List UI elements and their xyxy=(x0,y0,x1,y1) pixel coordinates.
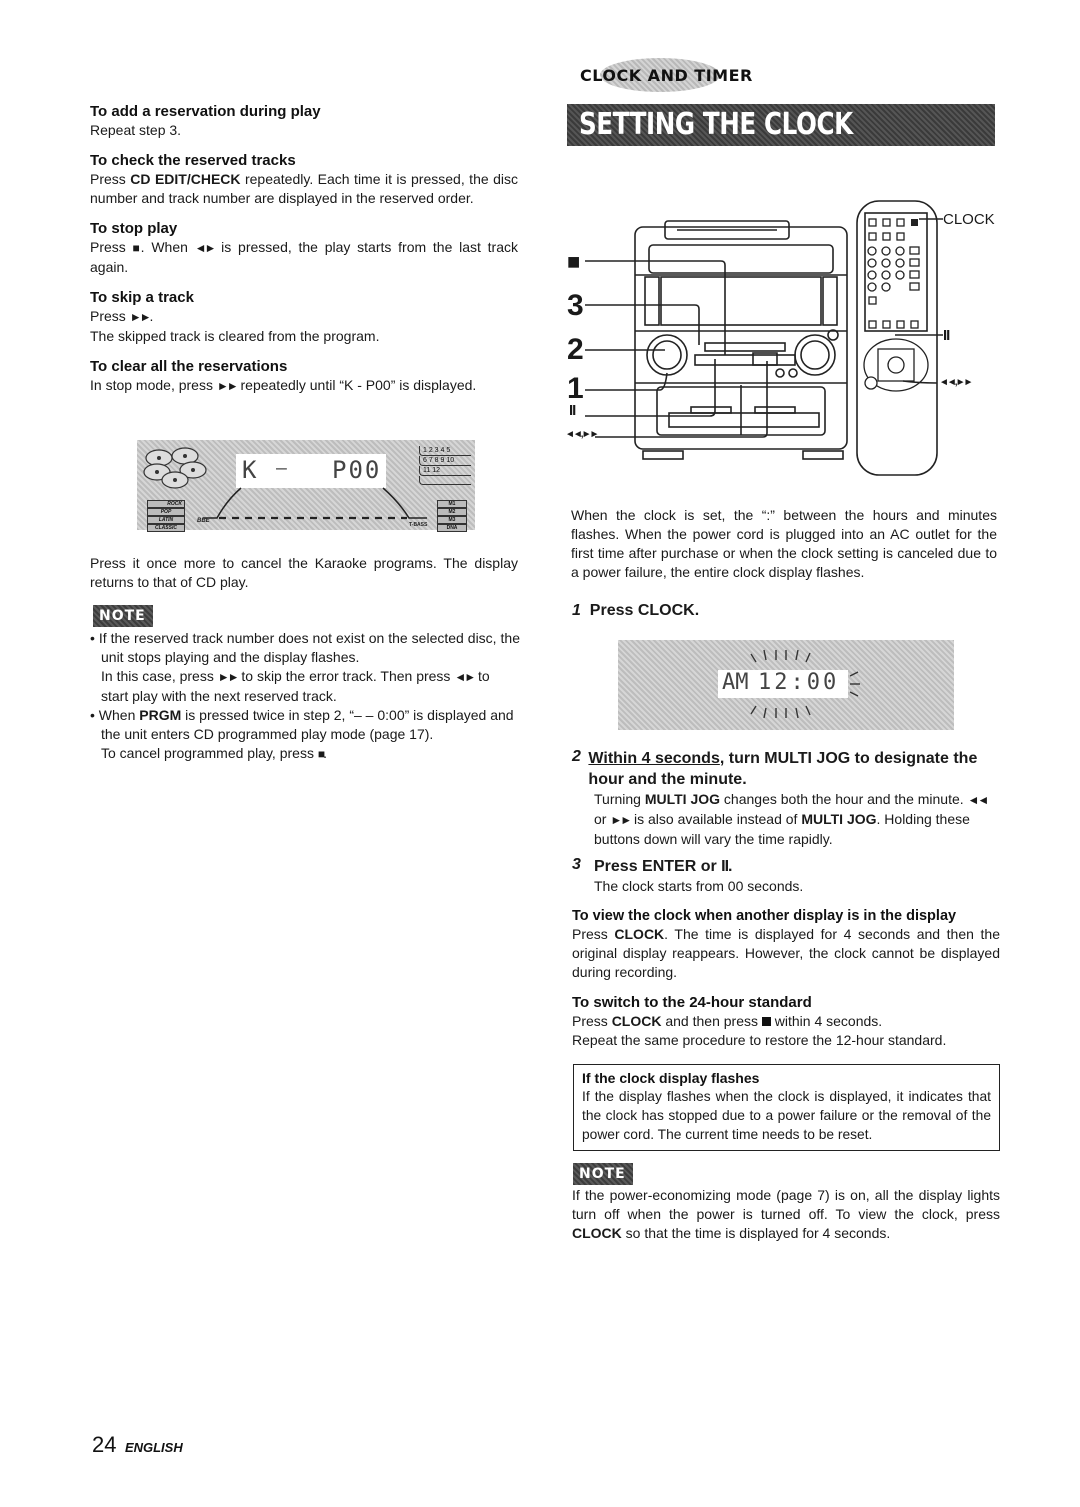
right-note-text: If the power-economizing mode (page 7) i… xyxy=(572,1187,1000,1241)
body-skip-track: Press ►►. xyxy=(90,308,154,324)
flash-rays xyxy=(750,649,860,719)
track-row-4 xyxy=(419,476,471,485)
clock-display-panel: AM 12:00 xyxy=(618,640,954,730)
section-tag: CLOCK AND TIMER xyxy=(572,58,772,92)
track-row-3: 11 12 xyxy=(419,466,471,476)
section-skip-track: To skip a track Press ►►. The skipped tr… xyxy=(90,289,518,346)
step-2-title: Within 4 seconds, turn MULTI JOG to desi… xyxy=(588,750,978,788)
step-3: 3 Press ENTER or II. The clock starts fr… xyxy=(572,856,1000,896)
stereo-remote-diagram: ■ 3 2 1 II ◄◄,►► CLOCK II ◄◄,►► xyxy=(565,195,1005,485)
step-1-title: Press CLOCK. xyxy=(589,602,700,619)
section-view-clock: To view the clock when another display i… xyxy=(572,907,1000,982)
note-badge-right: NOTE xyxy=(573,1163,633,1185)
remote-clock-button xyxy=(911,219,918,226)
language-label: ENGLISH xyxy=(124,1440,183,1455)
body-24-hour-2: Repeat the same procedure to restore the… xyxy=(572,1032,947,1048)
stereo-unit-illustration xyxy=(585,200,943,476)
note-badge-left: NOTE xyxy=(93,605,153,627)
callout-rew-ff-remote: ◄◄,►► xyxy=(939,377,973,388)
section-24-hour: To switch to the 24-hour standard Press … xyxy=(572,994,1000,1050)
memory-m3: M3 xyxy=(437,516,467,524)
left-column: To add a reservation during play Repeat … xyxy=(90,103,518,396)
body-view-clock: Press CLOCK. The time is displayed for 4… xyxy=(572,926,1000,980)
callout-pause-remote: II xyxy=(943,327,950,344)
memory-m2: M2 xyxy=(437,508,467,516)
rewind-icon: ◄◄ xyxy=(967,793,990,807)
section-check-reserved: To check the reserved tracks Press CD ED… xyxy=(90,152,518,208)
callout-3: 3 xyxy=(567,289,584,322)
heading-view-clock: To view the clock when another display i… xyxy=(572,908,957,924)
bass-label: T-BASS xyxy=(409,522,428,528)
callout-clock-remote: CLOCK xyxy=(943,211,995,228)
memory-dna: DNA xyxy=(437,524,467,532)
page-title-bar: SETTING THE CLOCK xyxy=(567,104,995,146)
callout-rew-ff: ◄◄,►► xyxy=(565,429,599,440)
page-title: SETTING THE CLOCK xyxy=(579,107,853,142)
body-stop-play: Press ■. When ◄► is pressed, the play st… xyxy=(90,239,518,275)
body-add-reservation: Repeat step 3. xyxy=(90,122,182,138)
memory-list: M1 M2 M3 DNA xyxy=(437,500,467,532)
note-item-2: • When PRGM is pressed twice in step 2, … xyxy=(90,707,514,742)
karaoke-display-panel: ROCK POP LATIN CLASSIC BBE K – P00 1 2 3… xyxy=(137,440,475,532)
body-24-hour: Press CLOCK and then press within 4 seco… xyxy=(572,1013,883,1029)
body-clear-reservations: In stop mode, press ►► repeatedly until … xyxy=(90,377,477,393)
track-row-2: 6 7 8 9 10 xyxy=(419,456,471,466)
note-item-1: • If the reserved track number does not … xyxy=(90,630,520,665)
body-clock-flash: If the display flashes when the clock is… xyxy=(582,1089,991,1142)
play-pause-icon: ◄► xyxy=(454,670,476,684)
callout-1: 1 xyxy=(567,372,584,405)
pause-icon: II xyxy=(721,858,729,875)
fast-forward-icon: ►► xyxy=(216,379,239,393)
heading-clear-reservations: To clear all the reservations xyxy=(90,358,288,375)
body-check-reserved: Press CD EDIT/CHECK repeatedly. Each tim… xyxy=(90,171,518,206)
fast-forward-icon: ►► xyxy=(129,310,152,324)
heading-24-hour: To switch to the 24-hour standard xyxy=(572,994,812,1011)
track-number-grid: 1 2 3 4 5 6 7 8 9 10 11 12 xyxy=(419,446,471,485)
step-1-number: 1 xyxy=(572,602,581,619)
stop-icon xyxy=(761,1017,771,1026)
page-footer: 24 ENGLISH xyxy=(92,1432,183,1458)
track-row-1: 1 2 3 4 5 xyxy=(419,446,471,456)
fast-forward-icon: ►► xyxy=(610,813,632,827)
step-2-number: 2 xyxy=(572,748,581,765)
body-skip-track-2: The skipped track is cleared from the pr… xyxy=(90,328,380,344)
callout-pause: II xyxy=(569,402,576,419)
heading-add-reservation: To add a reservation during play xyxy=(90,103,321,120)
intro-text: When the clock is set, the “:” between t… xyxy=(571,507,997,580)
step-3-title: Press ENTER or II. xyxy=(594,858,733,875)
heading-stop-play: To stop play xyxy=(90,220,178,237)
step-1: 1 Press CLOCK. xyxy=(572,600,998,621)
after-display-text: Press it once more to cancel the Karaoke… xyxy=(90,555,518,590)
page-number: 24 xyxy=(92,1432,117,1457)
step-2-body: Turning MULTI JOG changes both the hour … xyxy=(594,791,990,847)
step-2: 2 Within 4 seconds, turn MULTI JOG to de… xyxy=(572,748,1000,849)
callout-2: 2 xyxy=(567,333,584,366)
play-pause-icon: ◄► xyxy=(194,241,217,255)
fast-forward-icon: ►► xyxy=(217,670,240,684)
section-stop-play: To stop play Press ■. When ◄► is pressed… xyxy=(90,220,518,277)
step-3-body: The clock starts from 00 seconds. xyxy=(594,878,804,894)
heading-clock-flash: If the clock display flashes xyxy=(582,1070,760,1086)
step-3-number: 3 xyxy=(572,856,581,873)
clock-flash-info-box: If the clock display flashes If the disp… xyxy=(573,1064,1000,1151)
callout-stop: ■ xyxy=(567,249,581,274)
stop-icon: ■ xyxy=(132,241,143,255)
left-notes: • If the reserved track number does not … xyxy=(90,629,520,764)
section-tag-text: CLOCK AND TIMER xyxy=(580,66,753,85)
section-clear-reservations: To clear all the reservations In stop mo… xyxy=(90,358,518,396)
memory-m1: M1 xyxy=(437,500,467,508)
note-item-1-cont: In this case, press ►► to skip the error… xyxy=(101,668,490,704)
heading-skip-track: To skip a track xyxy=(90,289,194,306)
note-item-2-cont: To cancel programmed play, press ■. xyxy=(101,745,327,761)
heading-check-reserved: To check the reserved tracks xyxy=(90,152,296,169)
section-add-reservation: To add a reservation during play Repeat … xyxy=(90,103,518,140)
